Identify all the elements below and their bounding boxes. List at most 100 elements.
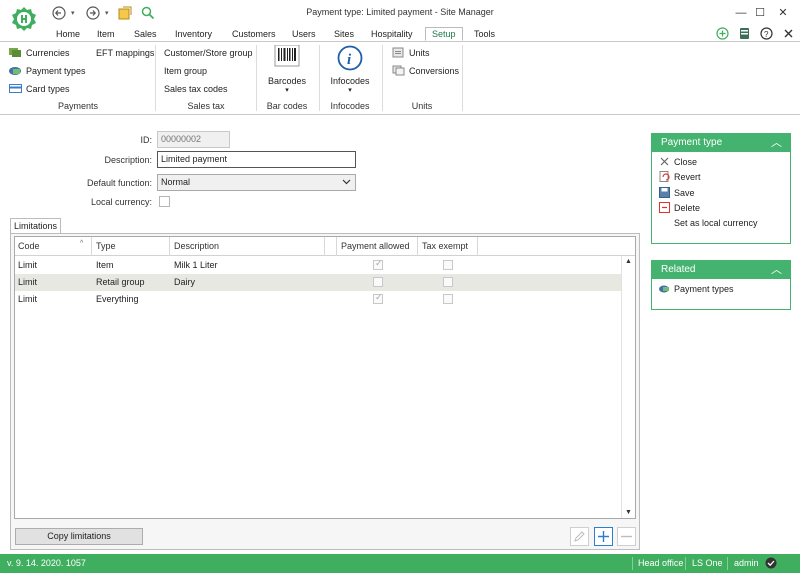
scroll-down-icon[interactable]: ▼ bbox=[625, 509, 632, 516]
ribbon-separator bbox=[155, 45, 156, 111]
menu-tab-hospitality[interactable]: Hospitality bbox=[371, 28, 413, 42]
barcode-icon[interactable] bbox=[274, 44, 300, 69]
cell-payment-allowed-checkbox[interactable] bbox=[373, 292, 383, 304]
ribbon-customer-store-group[interactable]: Customer/Store group bbox=[164, 46, 253, 60]
menu-tab-item[interactable]: Item bbox=[97, 28, 115, 42]
cell-tax-exempt-checkbox[interactable] bbox=[443, 277, 453, 287]
scroll-up-icon[interactable]: ▲ bbox=[625, 258, 632, 265]
edit-button[interactable] bbox=[570, 527, 589, 546]
ribbon-group-units: Units bbox=[411, 101, 433, 111]
info-icon[interactable]: i bbox=[337, 45, 363, 71]
ribbon-group-infocodes: Infocodes bbox=[330, 101, 370, 111]
description-label: Description: bbox=[104, 155, 152, 165]
table-row[interactable]: Limit Everything bbox=[15, 291, 621, 308]
column-header-type[interactable]: Type bbox=[96, 241, 116, 251]
menu-tab-sites[interactable]: Sites bbox=[334, 28, 354, 42]
ribbon-eft-mappings[interactable]: EFT mappings bbox=[96, 46, 154, 60]
column-separator bbox=[477, 237, 478, 256]
status-separator bbox=[632, 557, 633, 570]
status-separator bbox=[727, 557, 728, 570]
description-field[interactable]: Limited payment bbox=[157, 151, 356, 168]
barcodes-dropdown-icon[interactable]: ▾ bbox=[266, 84, 308, 98]
units-icon bbox=[392, 47, 405, 58]
ribbon-units[interactable]: Units bbox=[392, 46, 430, 60]
version-text: v. 9. 14. 2020. 1057 bbox=[7, 558, 86, 568]
action-save[interactable]: Save bbox=[659, 187, 695, 198]
maximize-button[interactable]: ☐ bbox=[749, 4, 771, 22]
action-revert[interactable]: Revert bbox=[659, 171, 701, 182]
cell-payment-allowed-checkbox[interactable] bbox=[373, 277, 383, 287]
status-separator bbox=[685, 557, 686, 570]
vertical-scrollbar[interactable]: ▲ ▼ bbox=[621, 256, 635, 518]
copy-limitations-button[interactable]: Copy limitations bbox=[15, 528, 143, 545]
related-panel-header[interactable]: Related ︿ bbox=[652, 261, 790, 279]
ribbon-conversions[interactable]: Conversions bbox=[392, 64, 459, 78]
table-row[interactable]: Limit Retail group Dairy bbox=[15, 274, 621, 291]
column-header-description[interactable]: Description bbox=[174, 241, 219, 251]
office-text: Head office bbox=[638, 558, 684, 568]
revert-icon bbox=[659, 171, 670, 182]
menu-tab-tools[interactable]: Tools bbox=[474, 28, 495, 42]
product-text: LS One bbox=[692, 558, 723, 568]
menu-tab-customers[interactable]: Customers bbox=[232, 28, 276, 42]
infocodes-dropdown-icon[interactable]: ▾ bbox=[327, 84, 373, 98]
related-payment-types-label: Payment types bbox=[674, 284, 734, 294]
ribbon-separator bbox=[319, 45, 320, 111]
cell-tax-exempt-checkbox[interactable] bbox=[443, 260, 453, 270]
payment-types-icon bbox=[9, 65, 22, 76]
default-function-select[interactable]: Normal bbox=[157, 174, 356, 191]
action-close[interactable]: Close bbox=[659, 156, 697, 167]
collapse-icon[interactable]: ︿ bbox=[771, 134, 782, 152]
tab-limitations[interactable]: Limitations bbox=[10, 218, 61, 234]
sort-ascending-icon: ^ bbox=[80, 240, 84, 247]
action-set-local-currency[interactable]: Set as local currency bbox=[674, 218, 758, 228]
cell-code: Limit bbox=[18, 277, 38, 287]
ribbon-item-group[interactable]: Item group bbox=[164, 64, 207, 78]
help-icon[interactable]: ? bbox=[760, 27, 773, 40]
add-circle-icon[interactable] bbox=[716, 27, 729, 40]
local-currency-checkbox[interactable] bbox=[159, 196, 170, 207]
collapse-icon[interactable]: ︿ bbox=[771, 261, 782, 279]
remove-button[interactable] bbox=[617, 527, 636, 546]
action-close-label: Close bbox=[674, 157, 698, 167]
related-payment-types[interactable]: Payment types bbox=[659, 283, 734, 294]
conversions-icon bbox=[392, 65, 405, 76]
cell-code: Limit bbox=[18, 260, 38, 270]
ribbon-card-types[interactable]: Card types bbox=[9, 82, 70, 96]
menu-tab-users[interactable]: Users bbox=[292, 28, 316, 42]
user-text: admin bbox=[734, 558, 759, 568]
close-button[interactable]: ✕ bbox=[772, 4, 794, 22]
action-save-label: Save bbox=[674, 188, 695, 198]
ribbon-sales-tax-codes[interactable]: Sales tax codes bbox=[164, 82, 228, 96]
database-icon[interactable] bbox=[738, 27, 751, 40]
delete-icon bbox=[659, 202, 670, 213]
cell-payment-allowed-checkbox[interactable] bbox=[373, 258, 383, 270]
cell-tax-exempt-checkbox[interactable] bbox=[443, 294, 453, 304]
column-separator bbox=[324, 237, 325, 256]
add-button[interactable] bbox=[594, 527, 613, 546]
payment-types-icon bbox=[659, 283, 670, 294]
menu-tab-sales[interactable]: Sales bbox=[134, 28, 157, 42]
action-delete[interactable]: Delete bbox=[659, 202, 700, 213]
save-icon bbox=[659, 187, 670, 198]
table-row[interactable]: Limit Item Milk 1 Liter bbox=[15, 257, 621, 274]
menu-tab-home[interactable]: Home bbox=[56, 28, 80, 42]
payment-type-panel-title: Payment type bbox=[661, 137, 723, 148]
currencies-icon bbox=[9, 47, 22, 58]
column-header-tax-exempt[interactable]: Tax exempt bbox=[422, 241, 468, 251]
column-header-payment-allowed[interactable]: Payment allowed bbox=[341, 241, 410, 251]
svg-text:?: ? bbox=[764, 30, 769, 39]
ribbon-currencies[interactable]: Currencies bbox=[9, 46, 70, 60]
related-panel-title: Related bbox=[661, 264, 696, 275]
menu-tab-setup[interactable]: Setup bbox=[425, 27, 463, 41]
payment-type-panel-header[interactable]: Payment type ︿ bbox=[652, 134, 790, 152]
ribbon-conversions-label: Conversions bbox=[409, 66, 460, 76]
id-field: 00000002 bbox=[157, 131, 230, 148]
window-title: Payment type: Limited payment - Site Man… bbox=[306, 7, 494, 17]
ribbon-payment-types[interactable]: Payment types bbox=[9, 64, 86, 78]
menu-tab-inventory[interactable]: Inventory bbox=[175, 28, 212, 42]
ribbon-close-icon[interactable] bbox=[782, 27, 795, 40]
column-header-code[interactable]: Code bbox=[18, 241, 40, 251]
ribbon-separator bbox=[382, 45, 383, 111]
cell-type: Retail group bbox=[96, 277, 145, 287]
